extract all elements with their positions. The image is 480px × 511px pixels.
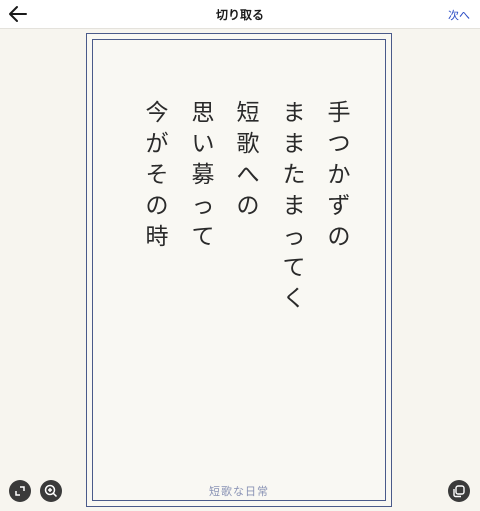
expand-icon — [15, 486, 25, 496]
poem-line: ままたまってく — [282, 100, 306, 312]
card-footer-brand: 短歌な日常 — [209, 485, 269, 498]
top-bar: 切り取る 次へ — [0, 0, 480, 29]
page-title: 切り取る — [215, 8, 264, 22]
copy-icon — [453, 485, 465, 498]
poem-line: 手つかずの — [327, 100, 351, 250]
poem-line: 短歌への — [236, 100, 260, 219]
next-button[interactable]: 次へ — [448, 7, 470, 23]
expand-button[interactable] — [9, 480, 31, 502]
poem-line: 今がその時 — [145, 100, 169, 250]
copy-button[interactable] — [448, 480, 470, 502]
tanka-poem: 手つかずの ままたまってく 短歌への 思い募って 今がその時 — [142, 98, 354, 318]
zoom-in-icon — [44, 484, 58, 498]
zoom-button[interactable] — [40, 480, 62, 502]
poem-line: 思い募って — [191, 100, 215, 250]
